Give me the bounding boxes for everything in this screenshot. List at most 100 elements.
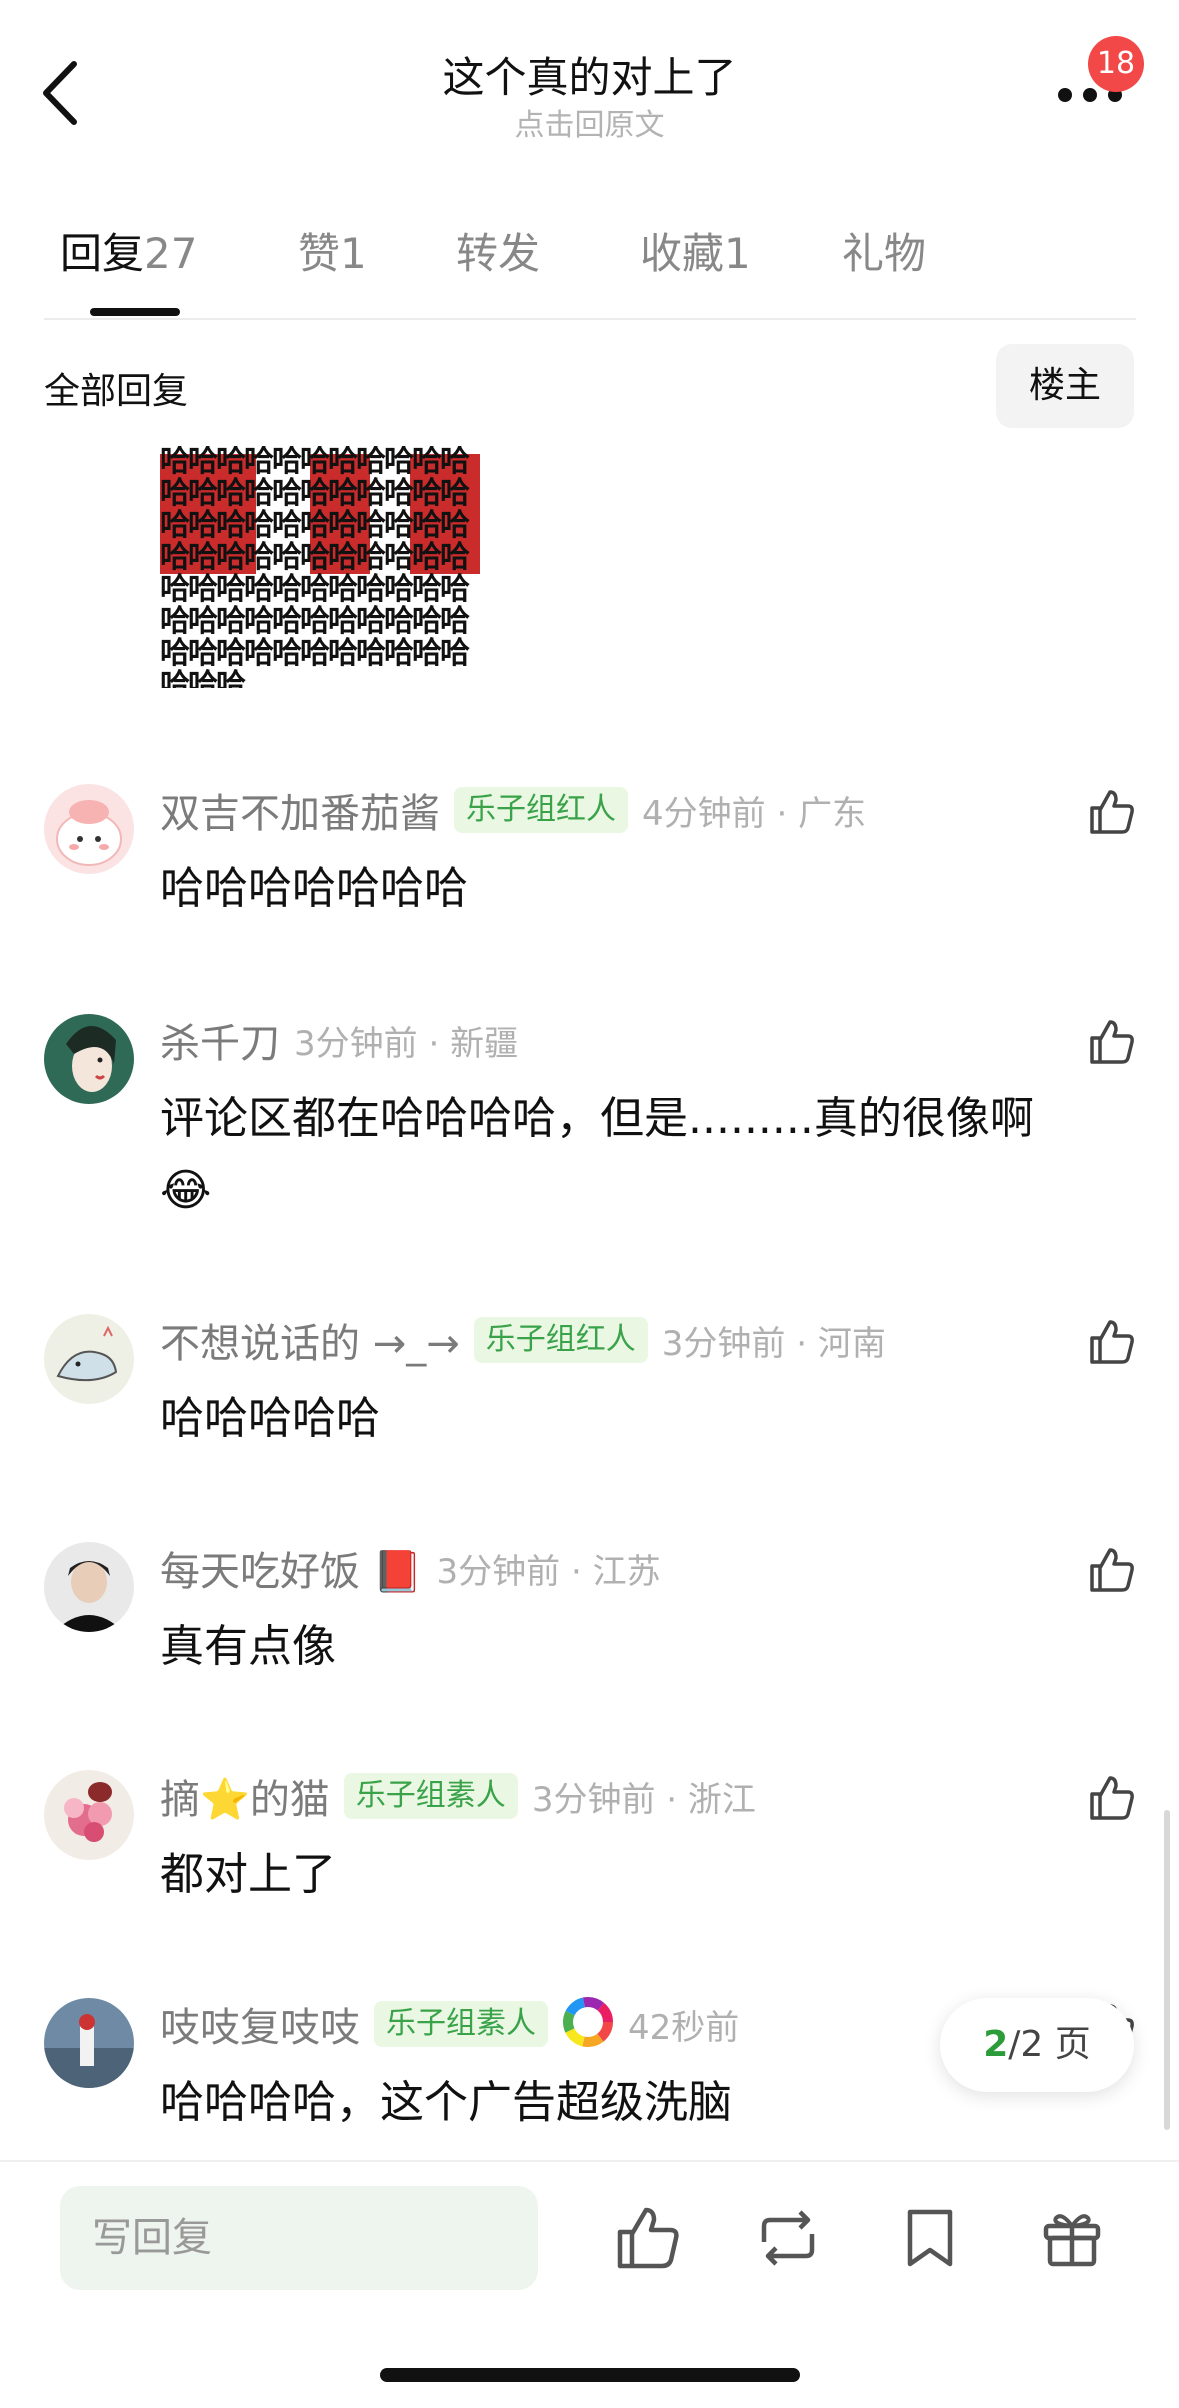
page-indicator[interactable]: 2/2 页 xyxy=(940,1998,1134,2092)
like-button[interactable] xyxy=(1086,786,1138,838)
tab-count: 1 xyxy=(340,229,367,278)
active-tab-indicator xyxy=(90,308,180,316)
cartoon-character-avatar-icon xyxy=(44,784,134,874)
tab-label: 收藏 xyxy=(640,229,725,278)
comment-location: 新疆 xyxy=(450,1023,519,1064)
comment-meta: 杀千刀 3分钟前 · 新疆 xyxy=(160,1011,519,1069)
like-button[interactable] xyxy=(1086,1316,1138,1368)
comment-time: 3分钟前 xyxy=(531,1779,656,1820)
tab-label: 转发 xyxy=(456,229,541,278)
view-original-link[interactable]: 点击回原文 xyxy=(0,100,1179,144)
bookmark-button[interactable] xyxy=(894,2202,966,2274)
comment-location: 广东 xyxy=(798,793,867,834)
page-title: 这个真的对上了 xyxy=(442,53,737,102)
tab-gifts[interactable]: 礼物 xyxy=(842,220,926,281)
comment-text: 真有点像 xyxy=(160,1621,336,1672)
username[interactable]: 双吉不加番茄酱 xyxy=(160,781,440,839)
meme-image[interactable]: 哈哈哈哈哈哈哈哈哈哈哈哈哈哈哈哈哈哈哈哈哈哈哈哈哈哈哈哈哈哈哈哈哈哈哈哈哈哈哈哈… xyxy=(160,446,490,688)
meme-text-grid: 哈哈哈哈哈哈哈哈哈哈哈哈哈哈哈哈哈哈哈哈哈哈哈哈哈哈哈哈哈哈哈哈哈哈哈哈哈哈哈哈… xyxy=(160,446,470,688)
photo-avatar-icon xyxy=(44,1542,134,1632)
user-tag: 乐子组红人 xyxy=(454,787,628,833)
user-tag: 乐子组素人 xyxy=(343,1773,518,1819)
like-icon xyxy=(617,2207,679,2269)
username[interactable]: 不想说话的 →_→ xyxy=(160,1311,460,1369)
username-text: 摘 xyxy=(160,1777,200,1823)
rainbow-ring-badge-icon xyxy=(562,1996,614,2052)
thumbs-up-icon xyxy=(1090,1776,1134,1820)
divider xyxy=(44,318,1136,320)
comment-meta: 吱吱复吱吱 乐子组素人 42秒前 xyxy=(160,1995,740,2053)
home-indicator xyxy=(380,2368,800,2382)
thumbs-up-icon xyxy=(1090,1020,1134,1064)
avatar[interactable] xyxy=(44,1542,134,1632)
bookmark-icon xyxy=(907,2209,953,2267)
tab-label: 回复 xyxy=(60,229,145,278)
illustrated-portrait-avatar-icon xyxy=(44,1014,134,1104)
thumbs-up-icon xyxy=(1090,790,1134,834)
tab-count: 27 xyxy=(144,229,198,278)
comment-time-location: 4分钟前 · 广东 xyxy=(642,793,867,834)
scrollbar[interactable] xyxy=(1164,1810,1170,2130)
reply-input[interactable]: 写回复 xyxy=(60,2186,538,2290)
comment-time: 3分钟前 xyxy=(294,1023,418,1064)
all-replies-label: 全部回复 xyxy=(44,371,189,412)
username[interactable]: 杀千刀 xyxy=(160,1011,280,1069)
comment-time: 42秒前 xyxy=(628,2007,740,2048)
username[interactable]: 摘⭐的猫 xyxy=(160,1767,330,1825)
username-text: 每天吃好饭 xyxy=(160,1549,360,1595)
comment-text-content: 评论区都在哈哈哈哈，但是.........真的很像啊 xyxy=(160,1093,1034,1144)
red-book-emoji-icon: 📕 xyxy=(372,1549,423,1595)
repost-button[interactable] xyxy=(752,2202,824,2274)
comment-time-location: 3分钟前 · 新疆 xyxy=(294,1023,519,1064)
avatar[interactable] xyxy=(44,784,134,874)
tab-label: 礼物 xyxy=(842,229,927,278)
comment-text: 哈哈哈哈哈 xyxy=(160,1393,380,1444)
comment-location: 浙江 xyxy=(687,1779,756,1820)
comment-location: 河南 xyxy=(817,1323,886,1364)
comment-location: 江苏 xyxy=(592,1551,661,1592)
star-emoji-icon: ⭐ xyxy=(200,1777,250,1823)
tab-reposts[interactable]: 转发 xyxy=(456,220,540,281)
comment-time: 3分钟前 xyxy=(436,1551,561,1592)
landscape-photo-avatar-icon xyxy=(44,1998,134,2088)
username[interactable]: 每天吃好饭 📕 xyxy=(160,1539,423,1597)
user-tag: 乐子组素人 xyxy=(374,2001,548,2047)
comment-meta: 摘⭐的猫 乐子组素人 3分钟前 · 浙江 xyxy=(160,1767,756,1825)
tab-likes[interactable]: 赞1 xyxy=(298,220,367,281)
comment-meta: 双吉不加番茄酱 乐子组红人 4分钟前 · 广东 xyxy=(160,781,867,839)
tab-label: 赞 xyxy=(298,229,341,278)
username[interactable]: 吱吱复吱吱 xyxy=(160,1995,360,2053)
current-page: 2 xyxy=(983,2024,1009,2065)
like-post-button[interactable] xyxy=(612,2202,684,2274)
laughing-tears-emoji-icon: 😂 xyxy=(160,1165,212,1216)
comment-time-location: 3分钟前 · 河南 xyxy=(661,1323,886,1364)
tab-replies[interactable]: 回复27 xyxy=(60,220,197,281)
comment-time-location: 3分钟前 · 浙江 xyxy=(531,1779,756,1820)
op-only-filter-button[interactable]: 楼主 xyxy=(996,344,1134,428)
avatar[interactable] xyxy=(44,1014,134,1104)
tab-bar: 回复27 赞1 转发 收藏1 礼物 xyxy=(0,220,1179,320)
avatar[interactable] xyxy=(44,1314,134,1404)
avatar[interactable] xyxy=(44,1770,134,1860)
doodle-avatar-icon xyxy=(44,1314,134,1404)
like-button[interactable] xyxy=(1086,1544,1138,1596)
comment-meta: 每天吃好饭 📕 3分钟前 · 江苏 xyxy=(160,1539,661,1597)
avatar[interactable] xyxy=(44,1998,134,2088)
tab-count: 1 xyxy=(724,229,751,278)
username-text: 的猫 xyxy=(249,1777,330,1823)
repost-icon xyxy=(761,2210,815,2266)
thumbs-up-icon xyxy=(1090,1548,1134,1592)
comment-time-location: 3分钟前 · 江苏 xyxy=(436,1551,661,1592)
comment-text: 都对上了 xyxy=(160,1849,336,1900)
like-button[interactable] xyxy=(1086,1772,1138,1824)
tab-favorites[interactable]: 收藏1 xyxy=(640,220,751,281)
like-button[interactable] xyxy=(1086,1016,1138,1068)
flower-bouquet-avatar-icon xyxy=(44,1770,134,1860)
thumbs-up-icon xyxy=(1090,1320,1134,1364)
total-pages: /2 页 xyxy=(1008,2024,1091,2065)
user-tag: 乐子组红人 xyxy=(473,1317,648,1363)
gift-icon xyxy=(1043,2214,1101,2267)
comment-time: 4分钟前 xyxy=(642,793,766,834)
gift-button[interactable] xyxy=(1036,2202,1108,2274)
comment-text: 哈哈哈哈哈哈哈 xyxy=(160,863,468,914)
